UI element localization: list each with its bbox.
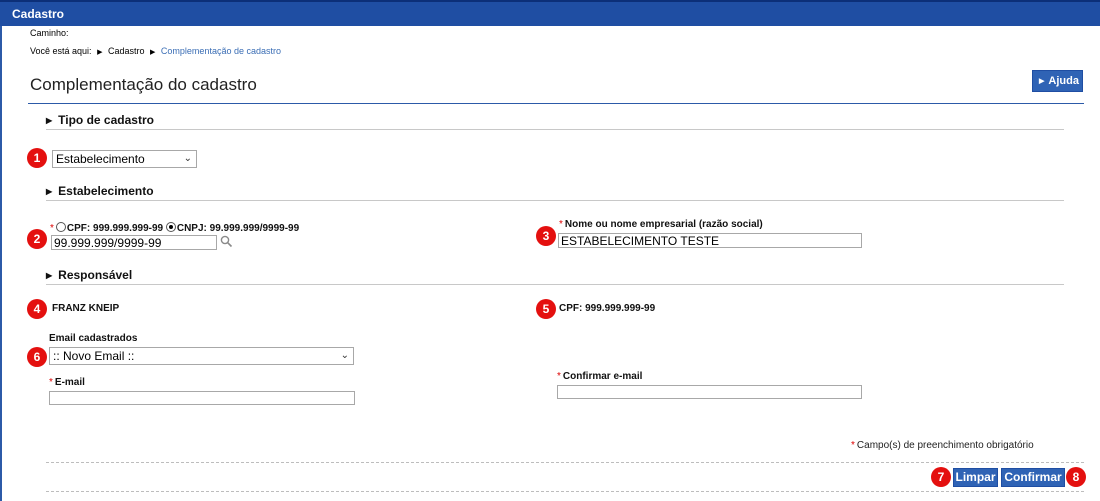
triangle-right-icon: ▶ xyxy=(46,271,53,280)
name-field-label: * Nome ou nome empresarial (razão social) xyxy=(559,219,763,230)
section-estabelecimento[interactable]: ▶ Estabelecimento xyxy=(46,184,154,198)
confirm-email-label-text: Confirmar e-mail xyxy=(562,371,643,382)
breadcrumb-arrow-icon: ▶ xyxy=(150,49,156,56)
callout-badge-2: 2 xyxy=(27,229,47,249)
help-button-label: Ajuda xyxy=(1048,75,1079,87)
footer-divider xyxy=(46,462,1084,463)
magnifier-icon[interactable] xyxy=(220,235,233,248)
callout-badge-1: 1 xyxy=(27,148,47,168)
required-note: * Campo(s) de preenchimento obrigatório xyxy=(851,440,1034,451)
window-header: Cadastro xyxy=(0,0,1100,26)
tipo-cadastro-select[interactable]: Estabelecimento ⌄ xyxy=(52,150,197,168)
breadcrumb-prefix: Você está aqui: xyxy=(30,46,92,56)
breadcrumb-arrow-icon: ▶ xyxy=(97,49,103,56)
clear-button[interactable]: Limpar xyxy=(953,468,998,487)
required-marker: * xyxy=(49,377,53,388)
page-title: Complementação do cadastro xyxy=(30,75,257,94)
document-input[interactable]: 99.999.999/9999-99 xyxy=(51,235,217,250)
breadcrumb: Você está aqui: ▶ Cadastro ▶ Complementa… xyxy=(30,46,281,56)
doc-type-radio-group: * CPF: 999.999.999-99 CNPJ: 99.999.999/99… xyxy=(50,222,299,234)
callout-badge-4: 4 xyxy=(27,299,47,319)
window-title: Cadastro xyxy=(12,7,65,21)
responsible-name: FRANZ KNEIP xyxy=(52,303,120,314)
email-list-label: Email cadastrados xyxy=(49,333,138,344)
section-responsavel-title: Responsável xyxy=(58,268,133,282)
confirm-email-label: * Confirmar e-mail xyxy=(557,371,642,382)
confirm-button[interactable]: Confirmar xyxy=(1001,468,1065,487)
cpf-radio[interactable] xyxy=(55,222,66,232)
email-input[interactable] xyxy=(49,391,355,405)
section-divider xyxy=(46,200,1064,201)
callout-badge-5: 5 xyxy=(536,299,556,319)
section-tipo-cadastro[interactable]: ▶ Tipo de cadastro xyxy=(46,113,154,127)
breadcrumb-item-current: Complementação de cadastro xyxy=(160,46,281,56)
company-name-input[interactable]: ESTABELECIMENTO TESTE xyxy=(558,233,862,248)
required-marker: * xyxy=(559,219,563,230)
section-divider xyxy=(46,129,1064,130)
chevron-down-icon: ⌄ xyxy=(340,350,349,361)
path-label: Caminho: xyxy=(30,28,69,38)
email-list-value: :: Novo Email :: xyxy=(53,349,135,363)
breadcrumb-item-cadastro[interactable]: Cadastro xyxy=(108,46,145,56)
confirm-email-input[interactable] xyxy=(557,385,862,399)
section-divider xyxy=(46,284,1064,285)
triangle-right-icon: ▶ xyxy=(46,187,53,196)
required-marker: * xyxy=(851,440,855,451)
chevron-down-icon: ⌄ xyxy=(183,153,192,164)
section-estabelecimento-title: Estabelecimento xyxy=(58,184,154,198)
callout-badge-6: 6 xyxy=(27,347,47,367)
callout-badge-7: 7 xyxy=(931,467,951,487)
email-label-text: E-mail xyxy=(54,377,85,388)
help-button[interactable]: ▶ Ajuda xyxy=(1032,70,1083,92)
required-marker: * xyxy=(557,371,561,382)
tipo-cadastro-value: Estabelecimento xyxy=(56,152,145,166)
title-divider xyxy=(28,103,1084,104)
cnpj-radio-label[interactable]: CNPJ: 99.999.999/9999-99 xyxy=(177,223,299,234)
callout-badge-8: 8 xyxy=(1066,467,1086,487)
triangle-right-icon: ▶ xyxy=(1039,78,1045,85)
section-tipo-title: Tipo de cadastro xyxy=(58,113,154,127)
cnpj-radio[interactable] xyxy=(165,222,176,232)
responsible-cpf: CPF: 999.999.999-99 xyxy=(559,303,656,314)
cpf-radio-label[interactable]: CPF: 999.999.999-99 xyxy=(67,223,163,234)
name-field-label-text: Nome ou nome empresarial (razão social) xyxy=(564,219,763,230)
section-responsavel[interactable]: ▶ Responsável xyxy=(46,268,132,282)
callout-badge-3: 3 xyxy=(536,226,556,246)
required-note-text: Campo(s) de preenchimento obrigatório xyxy=(856,440,1034,451)
required-marker: * xyxy=(50,223,54,234)
left-border xyxy=(0,26,2,501)
footer-divider-bottom xyxy=(46,491,1084,492)
email-label: * E-mail xyxy=(49,377,85,388)
email-list-select[interactable]: :: Novo Email :: ⌄ xyxy=(49,347,354,365)
triangle-right-icon: ▶ xyxy=(46,116,53,125)
